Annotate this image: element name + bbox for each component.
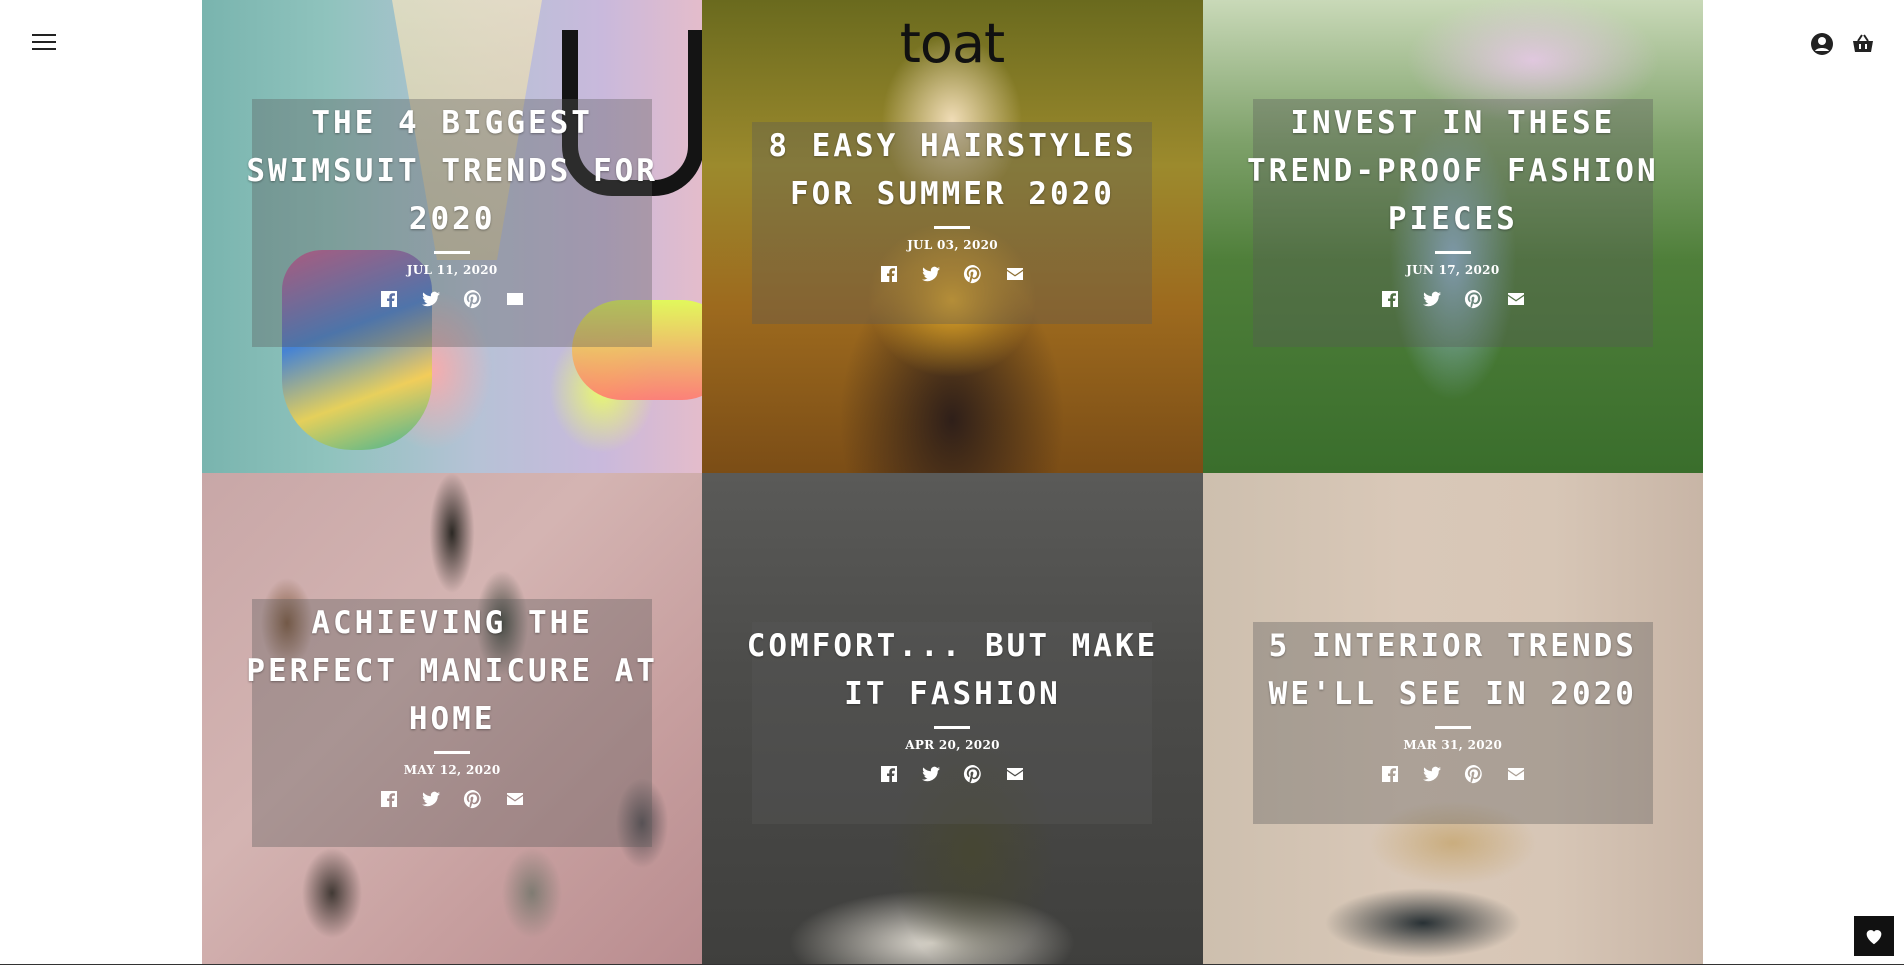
divider bbox=[1434, 726, 1471, 729]
pinterest-icon[interactable] bbox=[463, 789, 483, 809]
pinterest-icon[interactable] bbox=[963, 264, 983, 284]
heart-icon[interactable] bbox=[1854, 916, 1894, 956]
post-title[interactable]: INVEST IN THESE TREND-PROOF FASHION PIEC… bbox=[1203, 99, 1703, 243]
divider bbox=[434, 751, 471, 754]
post-content: ACHIEVING THE PERFECT MANICURE AT HOME M… bbox=[202, 599, 702, 809]
post-title[interactable]: COMFORT... BUT MAKE IT FASHION bbox=[702, 622, 1202, 718]
post-date: MAR 31, 2020 bbox=[1403, 738, 1503, 752]
email-icon[interactable] bbox=[1506, 289, 1526, 309]
post-tile[interactable]: 5 INTERIOR TRENDS WE'LL SEE IN 2020 MAR … bbox=[1202, 473, 1703, 965]
facebook-icon[interactable] bbox=[879, 764, 899, 784]
facebook-icon[interactable] bbox=[1380, 289, 1400, 309]
post-date: JUL 03, 2020 bbox=[907, 238, 998, 252]
basket-icon[interactable] bbox=[1851, 32, 1875, 56]
twitter-icon[interactable] bbox=[921, 764, 941, 784]
post-content: 5 INTERIOR TRENDS WE'LL SEE IN 2020 MAR … bbox=[1203, 622, 1703, 784]
post-content: COMFORT... BUT MAKE IT FASHION APR 20, 2… bbox=[702, 622, 1202, 784]
share-links bbox=[702, 764, 1202, 784]
share-links bbox=[1203, 764, 1703, 784]
email-icon[interactable] bbox=[505, 289, 525, 309]
facebook-icon[interactable] bbox=[379, 789, 399, 809]
post-content: INVEST IN THESE TREND-PROOF FASHION PIEC… bbox=[1203, 99, 1703, 309]
facebook-icon[interactable] bbox=[1380, 764, 1400, 784]
post-title[interactable]: 5 INTERIOR TRENDS WE'LL SEE IN 2020 bbox=[1203, 622, 1703, 718]
post-title[interactable]: THE 4 BIGGEST SWIMSUIT TRENDS FOR 2020 bbox=[202, 99, 702, 243]
post-content: THE 4 BIGGEST SWIMSUIT TRENDS FOR 2020 J… bbox=[202, 99, 702, 309]
post-title[interactable]: ACHIEVING THE PERFECT MANICURE AT HOME bbox=[202, 599, 702, 743]
share-links bbox=[702, 264, 1202, 284]
post-tile[interactable]: THE 4 BIGGEST SWIMSUIT TRENDS FOR 2020 J… bbox=[202, 0, 703, 473]
email-icon[interactable] bbox=[1506, 764, 1526, 784]
blog-grid: THE 4 BIGGEST SWIMSUIT TRENDS FOR 2020 J… bbox=[202, 0, 1703, 965]
share-links bbox=[202, 289, 702, 309]
facebook-icon[interactable] bbox=[879, 264, 899, 284]
pinterest-icon[interactable] bbox=[1464, 289, 1484, 309]
pinterest-icon[interactable] bbox=[963, 764, 983, 784]
divider bbox=[934, 726, 971, 729]
twitter-icon[interactable] bbox=[1422, 289, 1442, 309]
divider bbox=[1434, 251, 1471, 254]
email-icon[interactable] bbox=[1005, 264, 1025, 284]
post-date: JUN 17, 2020 bbox=[1406, 263, 1500, 277]
twitter-icon[interactable] bbox=[421, 789, 441, 809]
post-date: APR 20, 2020 bbox=[905, 738, 1000, 752]
share-links bbox=[202, 789, 702, 809]
post-content: 8 EASY HAIRSTYLES FOR SUMMER 2020 JUL 03… bbox=[702, 122, 1202, 284]
share-links bbox=[1203, 289, 1703, 309]
post-tile[interactable]: INVEST IN THESE TREND-PROOF FASHION PIEC… bbox=[1202, 0, 1703, 473]
post-title[interactable]: 8 EASY HAIRSTYLES FOR SUMMER 2020 bbox=[702, 122, 1202, 218]
post-date: JUL 11, 2020 bbox=[406, 263, 498, 277]
twitter-icon[interactable] bbox=[421, 289, 441, 309]
site-logo[interactable]: toat bbox=[900, 14, 1005, 74]
email-icon[interactable] bbox=[1005, 764, 1025, 784]
post-tile[interactable]: COMFORT... BUT MAKE IT FASHION APR 20, 2… bbox=[702, 473, 1203, 965]
pinterest-icon[interactable] bbox=[463, 289, 483, 309]
twitter-icon[interactable] bbox=[921, 264, 941, 284]
pinterest-icon[interactable] bbox=[1464, 764, 1484, 784]
post-date: MAY 12, 2020 bbox=[403, 763, 501, 777]
post-tile[interactable]: ACHIEVING THE PERFECT MANICURE AT HOME M… bbox=[202, 473, 703, 965]
user-circle-icon[interactable] bbox=[1810, 32, 1834, 56]
divider bbox=[934, 226, 971, 229]
facebook-icon[interactable] bbox=[379, 289, 399, 309]
twitter-icon[interactable] bbox=[1422, 764, 1442, 784]
email-icon[interactable] bbox=[505, 789, 525, 809]
hamburger-icon[interactable] bbox=[32, 34, 56, 52]
divider bbox=[434, 251, 471, 254]
